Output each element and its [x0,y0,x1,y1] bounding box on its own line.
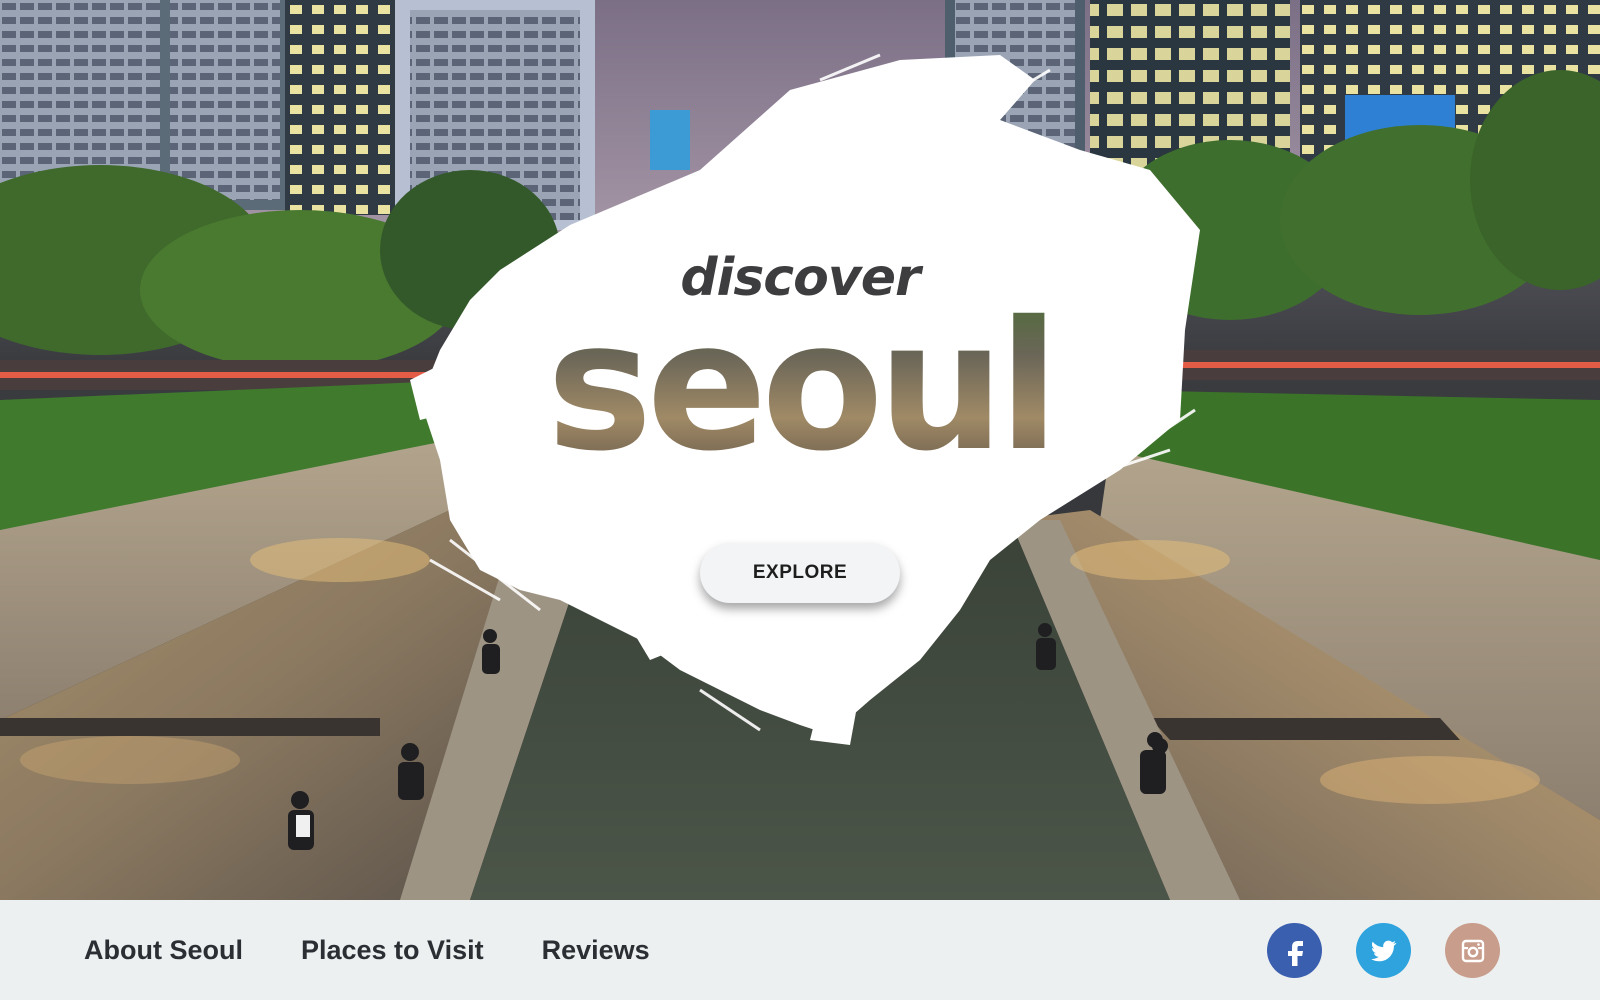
instagram-button[interactable] [1445,923,1500,978]
nav-about-seoul[interactable]: About Seoul [84,935,243,966]
hero-background-photo: discover seoul EXPLORE [0,0,1600,900]
twitter-button[interactable] [1356,923,1411,978]
explore-button[interactable]: EXPLORE [700,543,900,603]
nav-places-to-visit[interactable]: Places to Visit [301,935,484,966]
footer-nav: About Seoul Places to Visit Reviews [84,900,650,1000]
city-title-text: seoul [547,310,1054,470]
facebook-icon [1287,940,1303,966]
social-links [1267,923,1500,978]
facebook-button[interactable] [1267,923,1322,978]
nav-reviews[interactable]: Reviews [542,935,650,966]
discover-tagline: discover [680,248,920,308]
city-title: seoul [547,310,1060,470]
twitter-icon [1370,940,1396,961]
instagram-icon [1461,939,1484,962]
